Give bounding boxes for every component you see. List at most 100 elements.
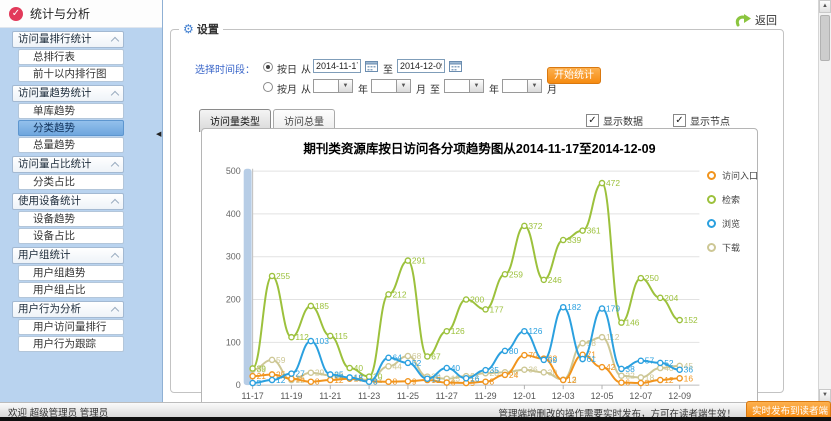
svg-text:12: 12 xyxy=(276,375,286,385)
sidebar-group[interactable]: 用户行为分析 xyxy=(12,301,124,318)
by-day-radio[interactable] xyxy=(263,62,273,72)
chevron-up-icon xyxy=(111,252,119,260)
to-month-select[interactable]: ▼ xyxy=(502,79,542,93)
svg-text:42: 42 xyxy=(606,362,616,372)
scrollbar-thumb[interactable] xyxy=(820,15,830,61)
sidebar-group-label: 用户组统计 xyxy=(18,248,71,263)
by-month-radio[interactable] xyxy=(263,82,273,92)
from-label: 从 xyxy=(301,81,311,96)
dropdown-arrow-icon[interactable]: ▼ xyxy=(527,80,541,92)
svg-text:177: 177 xyxy=(490,304,504,314)
sidebar-item[interactable]: 总排行表 xyxy=(18,49,124,65)
svg-text:16: 16 xyxy=(684,373,694,383)
checkbox-check-icon: ✓ xyxy=(673,114,686,127)
sidebar-item[interactable]: 设备占比 xyxy=(18,228,124,244)
chart-legend: 访问入口检索浏览下载 xyxy=(707,169,758,265)
main-area: 返回 ⚙ 设置 选择时间段： 按日 从 至 xyxy=(163,0,819,402)
calendar-icon[interactable] xyxy=(365,60,378,72)
year-label: 年 xyxy=(358,81,368,96)
sidebar-item[interactable]: 设备趋势 xyxy=(18,211,124,227)
svg-text:15: 15 xyxy=(431,374,441,384)
sidebar-item[interactable]: 分类趋势 xyxy=(18,120,124,136)
sidebar-group[interactable]: 访问量排行统计 xyxy=(12,31,124,48)
svg-text:126: 126 xyxy=(451,326,465,336)
legend-item: 浏览 xyxy=(707,217,758,230)
sidebar-menu: 访问量排行统计总排行表前十以内排行图访问量趋势统计单库趋势分类趋势总量趋势访问量… xyxy=(0,28,162,353)
sidebar-item[interactable]: 用户访问量排行 xyxy=(18,319,124,335)
svg-text:6: 6 xyxy=(625,378,630,388)
svg-text:12: 12 xyxy=(664,375,674,385)
sidebar-item[interactable]: 分类占比 xyxy=(18,174,124,190)
time-range-label: 选择时间段： xyxy=(195,61,255,76)
dropdown-arrow-icon[interactable]: ▼ xyxy=(396,80,410,92)
svg-text:36: 36 xyxy=(684,365,694,375)
svg-text:103: 103 xyxy=(315,336,329,346)
collapse-sidebar-icon[interactable]: ◀ xyxy=(156,131,161,138)
svg-text:200: 200 xyxy=(470,295,484,305)
svg-text:11-29: 11-29 xyxy=(474,391,496,401)
sidebar-item[interactable]: 用户行为跟踪 xyxy=(18,336,124,352)
svg-text:339: 339 xyxy=(567,235,581,245)
svg-text:146: 146 xyxy=(625,318,639,328)
scroll-up-icon[interactable]: ▲ xyxy=(819,0,831,13)
show-data-checkbox[interactable]: ✓ 显示数据 xyxy=(586,113,643,128)
vertical-scrollbar[interactable]: ▲ ▼ xyxy=(818,0,831,402)
dropdown-arrow-icon[interactable]: ▼ xyxy=(338,80,352,92)
sidebar-item[interactable]: 总量趋势 xyxy=(18,137,124,153)
from-year-select[interactable]: ▼ xyxy=(313,79,353,93)
sidebar-group[interactable]: 用户组统计 xyxy=(12,247,124,264)
status-bar: 欢迎 超级管理员 管理员 管理端增删改的操作需要实时发布，方可在读者端生效！ 实… xyxy=(0,402,831,417)
svg-text:8: 8 xyxy=(315,377,320,387)
svg-text:361: 361 xyxy=(587,226,601,236)
start-statistics-button[interactable]: 开始统计 xyxy=(547,67,601,84)
chevron-up-icon xyxy=(111,198,119,206)
chevron-up-icon xyxy=(111,306,119,314)
date-to-input[interactable] xyxy=(397,59,445,73)
svg-text:472: 472 xyxy=(606,178,620,188)
svg-text:182: 182 xyxy=(567,302,581,312)
svg-text:16: 16 xyxy=(470,373,480,383)
date-from-input[interactable] xyxy=(313,59,361,73)
settings-legend: ⚙ 设置 xyxy=(179,21,223,37)
svg-text:5: 5 xyxy=(257,378,262,388)
svg-text:112: 112 xyxy=(295,332,309,342)
sidebar-item[interactable]: 用户组占比 xyxy=(18,282,124,298)
sidebar-group-label: 访问量占比统计 xyxy=(18,157,92,172)
chart-title: 期刊类资源库按日访问各分项趋势图从2014-11-17至2014-12-09 xyxy=(202,138,757,157)
sidebar-group[interactable]: 使用设备统计 xyxy=(12,193,124,210)
svg-text:11-17: 11-17 xyxy=(242,391,264,401)
legend-label: 浏览 xyxy=(722,217,740,230)
svg-text:6: 6 xyxy=(451,378,456,388)
chevron-up-icon xyxy=(111,90,119,98)
svg-text:12-09: 12-09 xyxy=(668,391,691,401)
to-year-select[interactable]: ▼ xyxy=(444,79,484,93)
legend-item: 检索 xyxy=(707,193,758,206)
sidebar-group[interactable]: 访问量趋势统计 xyxy=(12,85,124,102)
svg-text:59: 59 xyxy=(548,355,558,365)
dropdown-arrow-icon[interactable]: ▼ xyxy=(469,80,483,92)
from-month-select[interactable]: ▼ xyxy=(371,79,411,93)
by-month-label: 按月 xyxy=(277,81,297,96)
svg-text:12-07: 12-07 xyxy=(629,391,652,401)
sidebar-header: ✓ 统计与分析 xyxy=(0,0,162,28)
to-label: 至 xyxy=(430,81,440,96)
svg-text:200: 200 xyxy=(226,295,241,305)
to-label: 至 xyxy=(383,61,393,76)
svg-text:12-01: 12-01 xyxy=(513,391,536,401)
svg-text:250: 250 xyxy=(645,273,659,283)
sidebar-item[interactable]: 用户组趋势 xyxy=(18,265,124,281)
svg-text:38: 38 xyxy=(625,364,635,374)
sidebar-group-label: 用户行为分析 xyxy=(18,302,81,317)
sidebar-item[interactable]: 前十以内排行图 xyxy=(18,66,124,82)
svg-text:11-27: 11-27 xyxy=(436,391,458,401)
check-badge-icon: ✓ xyxy=(9,7,23,21)
sidebar-group[interactable]: 访问量占比统计 xyxy=(12,156,124,173)
calendar-icon[interactable] xyxy=(449,60,462,72)
sidebar-item[interactable]: 单库趋势 xyxy=(18,103,124,119)
trend-chart: 010020030040050011-1711-1911-2111-2311-2… xyxy=(202,129,757,407)
chevron-up-icon xyxy=(111,161,119,169)
display-options: ✓ 显示数据 ✓ 显示节点 xyxy=(586,113,730,128)
show-nodes-checkbox[interactable]: ✓ 显示节点 xyxy=(673,113,730,128)
svg-text:115: 115 xyxy=(334,331,348,341)
year-label: 年 xyxy=(489,81,499,96)
